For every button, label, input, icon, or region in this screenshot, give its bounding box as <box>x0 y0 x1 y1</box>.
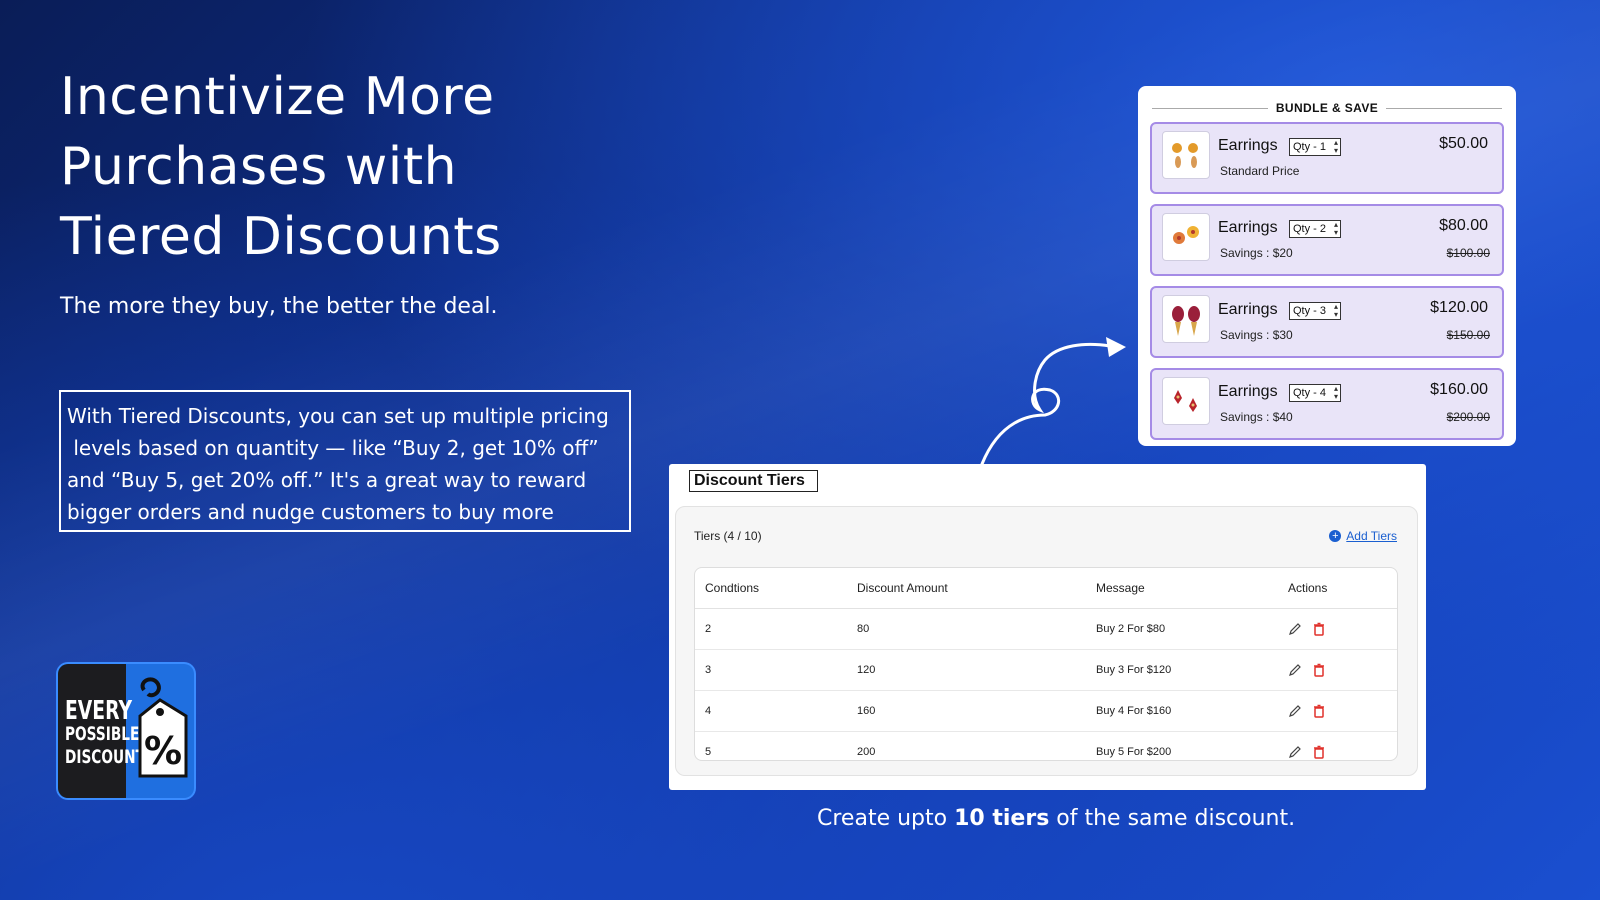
quantity-select[interactable]: Qty - 1 ▴ ▾ <box>1289 138 1342 156</box>
original-price: $100.00 <box>1446 246 1490 260</box>
amount-cell: 80 <box>856 608 1095 650</box>
message-cell: Buy 4 For $160 <box>1095 690 1287 732</box>
caption-suffix: of the same discount. <box>1049 806 1296 831</box>
column-header: Discount Amount <box>856 568 1095 609</box>
quantity-value: Qty - 1 <box>1293 141 1327 153</box>
panel-title: Discount Tiers <box>689 470 818 492</box>
amount-cell: 120 <box>856 649 1095 691</box>
caption: Create upto 10 tiers of the same discoun… <box>817 806 1295 831</box>
edit-icon[interactable] <box>1288 622 1302 636</box>
tier-price: $120.00 <box>1430 299 1488 316</box>
quantity-value: Qty - 4 <box>1293 387 1327 399</box>
add-tiers-link[interactable]: + Add Tiers <box>1329 529 1397 543</box>
amount-cell: 160 <box>856 690 1095 732</box>
actions-cell <box>1287 732 1397 761</box>
stepper-arrows-icon: ▴ ▾ <box>1334 302 1339 319</box>
add-tiers-label: Add Tiers <box>1346 529 1397 543</box>
table-row: 4 160 Buy 4 For $160 <box>695 690 1397 732</box>
edit-icon[interactable] <box>1288 704 1302 718</box>
divider <box>1152 107 1268 109</box>
trash-icon[interactable] <box>1312 663 1326 677</box>
bundle-tier-option[interactable]: Earrings Qty - 2 ▴ ▾ Savings : $20 $80.00 … <box>1150 204 1504 276</box>
actions-cell <box>1287 608 1397 650</box>
edit-icon[interactable] <box>1288 663 1302 677</box>
table-row: 5 200 Buy 5 For $200 <box>695 732 1397 761</box>
trash-icon[interactable] <box>1312 745 1326 759</box>
bundle-tier-option[interactable]: Earrings Qty - 4 ▴ ▾ Savings : $40 $160.00… <box>1150 368 1504 440</box>
caption-bold: 10 tiers <box>954 806 1050 831</box>
stepper-arrows-icon: ▴ ▾ <box>1334 220 1339 237</box>
column-header: Message <box>1095 568 1287 609</box>
message-cell: Buy 2 For $80 <box>1095 608 1287 650</box>
product-name: Earrings <box>1218 383 1278 400</box>
condition-cell: 4 <box>695 690 856 732</box>
trash-icon[interactable] <box>1312 622 1326 636</box>
stepper-arrows-icon: ▴ ▾ <box>1334 384 1339 401</box>
quantity-select[interactable]: Qty - 2 ▴ ▾ <box>1289 220 1342 238</box>
divider <box>1386 107 1503 109</box>
condition-cell: 2 <box>695 608 856 650</box>
original-price: $150.00 <box>1446 328 1490 342</box>
discount-tiers-panel: Discount Tiers Tiers (4 / 10) + Add Tier… <box>669 464 1426 790</box>
table-header-row: Condtions Discount Amount Message Action… <box>695 568 1397 609</box>
product-name: Earrings <box>1218 137 1278 154</box>
tiers-count: Tiers (4 / 10) <box>694 529 762 543</box>
tier-note: Standard Price <box>1220 164 1300 178</box>
condition-cell: 3 <box>695 649 856 691</box>
bundle-save-widget: BUNDLE & SAVE Earrings Qty - 1 ▴ ▾ Standar… <box>1138 86 1516 446</box>
quantity-select[interactable]: Qty - 4 ▴ ▾ <box>1289 384 1342 402</box>
actions-cell <box>1287 649 1397 691</box>
amount-cell: 200 <box>857 746 876 758</box>
trash-icon[interactable] <box>1312 704 1326 718</box>
tier-note: Savings : $20 <box>1220 246 1293 260</box>
message-cell: Buy 3 For $120 <box>1095 649 1287 691</box>
plus-circle-icon: + <box>1329 530 1342 542</box>
table-row: 3 120 Buy 3 For $120 <box>695 649 1397 691</box>
message-cell: Buy 5 For $200 <box>1096 746 1172 758</box>
quantity-select[interactable]: Qty - 3 ▴ ▾ <box>1289 302 1342 320</box>
tier-price: $50.00 <box>1439 135 1488 152</box>
earring-thumbnail <box>1162 377 1210 425</box>
tier-price: $160.00 <box>1430 381 1488 398</box>
product-name: Earrings <box>1218 301 1278 318</box>
original-price: $200.00 <box>1446 410 1490 424</box>
stepper-arrows-icon: ▴ ▾ <box>1334 138 1339 155</box>
edit-icon[interactable] <box>1288 745 1302 759</box>
tier-price: $80.00 <box>1439 217 1488 234</box>
tiers-card: Tiers (4 / 10) + Add Tiers Condtions Dis… <box>675 506 1418 776</box>
column-header: Condtions <box>695 568 856 609</box>
condition-cell: 5 <box>705 746 712 758</box>
bundle-header: BUNDLE & SAVE <box>1152 98 1503 118</box>
bundle-tier-option[interactable]: Earrings Qty - 1 ▴ ▾ Standard Price $50.00 <box>1150 122 1504 194</box>
table-row: 2 80 Buy 2 For $80 <box>695 608 1397 650</box>
actions-cell <box>1287 690 1397 732</box>
bundle-title: BUNDLE & SAVE <box>1275 101 1379 115</box>
earring-thumbnail <box>1162 295 1210 343</box>
quantity-value: Qty - 2 <box>1293 223 1327 235</box>
column-header: Actions <box>1287 568 1397 609</box>
bundle-tier-option[interactable]: Earrings Qty - 3 ▴ ▾ Savings : $30 $120.00… <box>1150 286 1504 358</box>
earring-thumbnail <box>1162 213 1210 261</box>
product-name: Earrings <box>1218 219 1278 236</box>
quantity-value: Qty - 3 <box>1293 305 1327 317</box>
tiers-table: Condtions Discount Amount Message Action… <box>694 567 1398 761</box>
earring-thumbnail <box>1162 131 1210 179</box>
tier-note: Savings : $40 <box>1220 410 1293 424</box>
caption-prefix: Create upto <box>817 806 955 831</box>
tier-note: Savings : $30 <box>1220 328 1293 342</box>
